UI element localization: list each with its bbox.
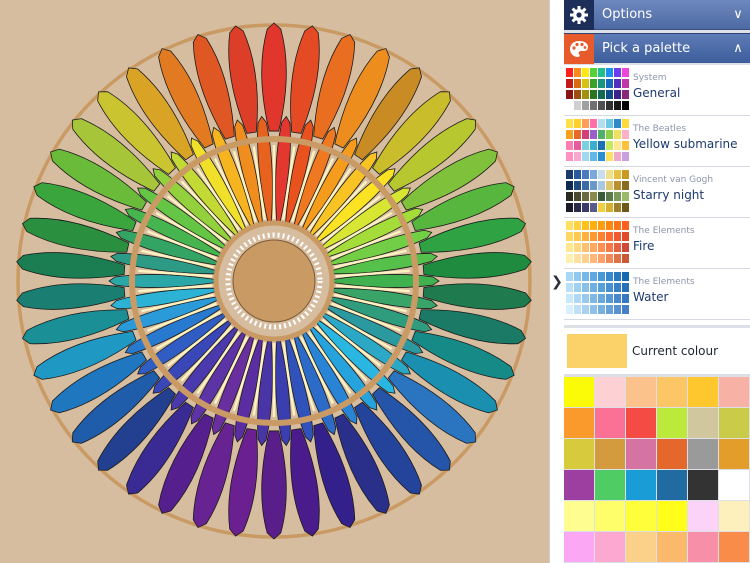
colour-swatch[interactable] [688,532,718,562]
colour-swatch[interactable] [564,501,594,531]
mandala-artwork[interactable] [0,0,549,563]
options-label: Options [602,7,653,22]
pick-palette-header[interactable]: Pick a palette ∧ [564,33,750,64]
palette-name: Water [633,290,669,304]
colour-swatch[interactable] [595,501,625,531]
colour-swatch[interactable] [657,377,687,407]
colour-swatch[interactable] [626,501,656,531]
colour-swatch[interactable] [688,408,718,438]
colour-swatch[interactable] [564,408,594,438]
colour-swatch[interactable] [657,470,687,500]
palette-category: The Elements [633,277,695,287]
palette-thumbnail [566,119,629,161]
palette-item[interactable]: Vincent van Gogh Starry night [564,167,750,218]
colour-swatch[interactable] [595,377,625,407]
colour-swatch[interactable] [688,501,718,531]
palette-category: The Elements [633,226,695,236]
current-colour-label: Current colour [632,344,719,358]
outer-feather[interactable] [261,22,287,132]
colour-swatch[interactable] [657,501,687,531]
palette-icon [564,33,594,64]
palette-item[interactable]: The Elements Water [564,269,750,320]
outer-feather[interactable] [290,25,320,134]
chevron-down-icon: ∨ [733,7,743,22]
colour-swatch[interactable] [626,532,656,562]
colour-swatch[interactable] [626,470,656,500]
outer-feather[interactable] [290,428,320,537]
current-colour-swatch [567,334,627,368]
colour-swatch[interactable] [719,439,749,469]
palette-name: General [633,86,681,100]
colour-swatch[interactable] [564,377,594,407]
colour-swatch[interactable] [564,439,594,469]
outer-feather[interactable] [261,430,287,540]
palette-name: Fire [633,239,655,253]
palette-name: Starry night [633,188,705,202]
outer-feather[interactable] [16,252,126,279]
outer-feather[interactable] [16,283,126,310]
current-colour-row: Current colour [564,328,750,374]
colour-swatch[interactable] [688,439,718,469]
palette-name: Yellow submarine [633,137,738,151]
palette-item[interactable]: System General [564,65,750,116]
colour-swatch[interactable] [719,532,749,562]
palette-item[interactable]: The Elements Fire [564,218,750,269]
colour-swatch[interactable] [564,532,594,562]
gear-icon [564,0,594,30]
outer-feather[interactable] [228,428,258,537]
palette-thumbnail [566,272,629,314]
colour-swatch[interactable] [626,439,656,469]
outer-feather[interactable] [422,252,532,279]
colour-swatch[interactable] [595,470,625,500]
sidebar-panel: Options ∨ Pick a palette ∧ System General… [564,0,750,563]
palette-thumbnail [566,221,629,263]
palette-thumbnail [566,68,629,110]
colour-swatch[interactable] [719,408,749,438]
coloring-canvas[interactable] [0,0,549,563]
colour-swatch[interactable] [688,377,718,407]
colour-swatch[interactable] [595,532,625,562]
colour-swatch[interactable] [595,408,625,438]
palette-list: System General The Beatles Yellow submarine… [564,65,750,325]
colour-swatch[interactable] [657,408,687,438]
outer-feather[interactable] [228,25,258,134]
options-header[interactable]: Options ∨ [564,0,750,30]
chevron-up-icon: ∧ [733,41,743,56]
colour-swatch[interactable] [719,377,749,407]
colour-swatch-grid [564,377,750,563]
colour-swatch[interactable] [688,470,718,500]
center-disc[interactable] [232,239,316,323]
colour-swatch[interactable] [626,377,656,407]
pick-palette-label: Pick a palette [602,41,691,56]
palette-category: The Beatles [633,124,687,134]
palette-item[interactable]: The Beatles Yellow submarine [564,116,750,167]
colour-swatch[interactable] [719,501,749,531]
colour-swatch[interactable] [626,408,656,438]
palette-thumbnail [566,170,629,212]
collapse-panel-chevron-icon[interactable]: ❯ [551,272,563,292]
colour-swatch[interactable] [657,439,687,469]
colour-swatch[interactable] [564,470,594,500]
outer-feather[interactable] [422,283,532,310]
palette-category: System [633,73,667,83]
palette-category: Vincent van Gogh [633,175,714,185]
colour-swatch[interactable] [657,532,687,562]
colour-swatch[interactable] [595,439,625,469]
colour-swatch[interactable] [719,470,749,500]
